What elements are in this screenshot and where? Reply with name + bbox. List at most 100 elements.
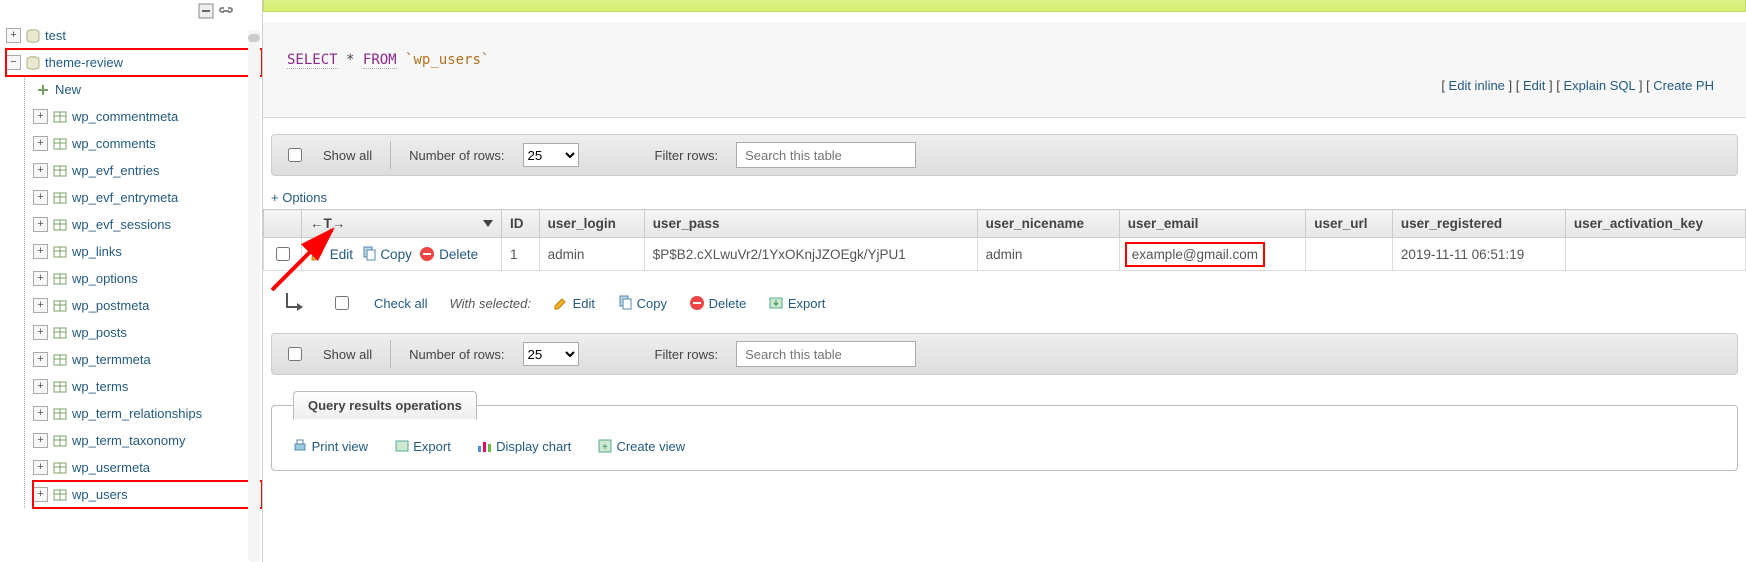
table-node[interactable]: + wp_evf_entries bbox=[33, 157, 262, 184]
table-node[interactable]: + wp_evf_sessions bbox=[33, 211, 262, 238]
edit-inline-link[interactable]: Edit inline bbox=[1449, 78, 1505, 93]
explain-sql-link[interactable]: Explain SQL bbox=[1563, 78, 1635, 93]
expand-icon[interactable]: + bbox=[33, 460, 48, 475]
collapse-icon[interactable]: − bbox=[6, 55, 21, 70]
table-node[interactable]: + wp_term_taxonomy bbox=[33, 427, 262, 454]
edit-link[interactable]: Edit bbox=[1523, 78, 1545, 93]
create-php-link[interactable]: Create PH bbox=[1653, 78, 1714, 93]
table-label[interactable]: wp_postmeta bbox=[72, 298, 149, 313]
link-icon[interactable] bbox=[218, 3, 234, 19]
options-toggle[interactable]: + Options bbox=[271, 190, 327, 205]
db-label[interactable]: test bbox=[45, 28, 66, 43]
db-node-test[interactable]: + test bbox=[6, 22, 262, 49]
expand-icon[interactable]: + bbox=[33, 379, 48, 394]
database-icon bbox=[25, 28, 41, 44]
table-label[interactable]: wp_comments bbox=[72, 136, 156, 151]
table-label[interactable]: wp_evf_entrymeta bbox=[72, 190, 178, 205]
table-node[interactable]: + wp_links bbox=[33, 238, 262, 265]
table-icon bbox=[52, 352, 68, 368]
num-rows-label: Number of rows: bbox=[409, 148, 504, 163]
table-icon bbox=[52, 271, 68, 287]
bulk-copy-link[interactable]: Copy bbox=[637, 296, 667, 311]
row-delete-link[interactable]: Delete bbox=[439, 247, 478, 262]
display-chart-link[interactable]: Display chart bbox=[496, 439, 571, 454]
col-user_email[interactable]: user_email bbox=[1119, 210, 1305, 238]
table-label[interactable]: wp_evf_entries bbox=[72, 163, 159, 178]
table-node-wp_users[interactable]: + wp_users bbox=[33, 481, 262, 508]
table-node[interactable]: + wp_usermeta bbox=[33, 454, 262, 481]
col-user_activation_key[interactable]: user_activation_key bbox=[1565, 210, 1745, 238]
col-id[interactable]: ID bbox=[502, 210, 540, 238]
expand-icon[interactable]: + bbox=[33, 352, 48, 367]
col-user_url[interactable]: user_url bbox=[1306, 210, 1393, 238]
table-node[interactable]: + wp_commentmeta bbox=[33, 103, 262, 130]
expand-icon[interactable]: + bbox=[33, 136, 48, 151]
table-node[interactable]: + wp_options bbox=[33, 265, 262, 292]
table-node[interactable]: + wp_terms bbox=[33, 373, 262, 400]
pencil-icon bbox=[310, 246, 326, 262]
printer-icon bbox=[292, 438, 308, 454]
print-view-link[interactable]: Print view bbox=[312, 439, 368, 454]
row-copy-link[interactable]: Copy bbox=[380, 247, 412, 262]
show-all-checkbox[interactable] bbox=[288, 347, 302, 361]
filter-input[interactable] bbox=[736, 341, 916, 367]
table-label[interactable]: wp_usermeta bbox=[72, 460, 150, 475]
expand-icon[interactable]: + bbox=[33, 244, 48, 259]
num-rows-select[interactable]: 25 bbox=[523, 143, 579, 167]
row-checkbox[interactable] bbox=[276, 247, 290, 261]
table-node[interactable]: + wp_postmeta bbox=[33, 292, 262, 319]
filter-input[interactable] bbox=[736, 142, 916, 168]
db-label[interactable]: theme-review bbox=[45, 55, 123, 70]
new-label[interactable]: New bbox=[55, 82, 81, 97]
col-user_login[interactable]: user_login bbox=[539, 210, 644, 238]
table-node[interactable]: + wp_term_relationships bbox=[33, 400, 262, 427]
select-arrow-icon bbox=[281, 289, 309, 317]
expand-icon[interactable]: + bbox=[33, 190, 48, 205]
expand-icon[interactable]: + bbox=[33, 298, 48, 313]
table-label[interactable]: wp_links bbox=[72, 244, 122, 259]
table-node[interactable]: + wp_termmeta bbox=[33, 346, 262, 373]
table-node[interactable]: + wp_comments bbox=[33, 130, 262, 157]
expand-icon[interactable]: + bbox=[33, 406, 48, 421]
table-label[interactable]: wp_termmeta bbox=[72, 352, 151, 367]
bulk-edit-link[interactable]: Edit bbox=[573, 296, 595, 311]
create-view-link[interactable]: Create view bbox=[616, 439, 685, 454]
table-label[interactable]: wp_term_relationships bbox=[72, 406, 202, 421]
row-edit-link[interactable]: Edit bbox=[330, 247, 353, 262]
expand-icon[interactable]: + bbox=[33, 271, 48, 286]
sidebar-scrollbar[interactable] bbox=[248, 30, 260, 562]
sort-desc-icon[interactable] bbox=[483, 220, 493, 227]
col-user_registered[interactable]: user_registered bbox=[1392, 210, 1565, 238]
table-node[interactable]: + wp_evf_entrymeta bbox=[33, 184, 262, 211]
check-all-checkbox[interactable] bbox=[335, 296, 349, 310]
expand-icon[interactable]: + bbox=[33, 217, 48, 232]
expand-icon[interactable]: + bbox=[33, 433, 48, 448]
col-user_nicename[interactable]: user_nicename bbox=[977, 210, 1119, 238]
expand-icon[interactable]: + bbox=[33, 109, 48, 124]
table-label[interactable]: wp_evf_sessions bbox=[72, 217, 171, 232]
export-link[interactable]: Export bbox=[413, 439, 451, 454]
bulk-delete-link[interactable]: Delete bbox=[709, 296, 747, 311]
table-label[interactable]: wp_terms bbox=[72, 379, 128, 394]
new-table-link[interactable]: New bbox=[33, 76, 262, 103]
expand-icon[interactable]: + bbox=[33, 487, 48, 502]
col-user_pass[interactable]: user_pass bbox=[644, 210, 977, 238]
expand-icon[interactable]: + bbox=[6, 28, 21, 43]
table-icon bbox=[52, 136, 68, 152]
show-all-checkbox[interactable] bbox=[288, 148, 302, 162]
expand-icon[interactable]: + bbox=[33, 163, 48, 178]
cell-user_nicename: admin bbox=[977, 238, 1119, 271]
num-rows-select[interactable]: 25 bbox=[523, 342, 579, 366]
expand-icon[interactable]: + bbox=[33, 325, 48, 340]
table-label[interactable]: wp_commentmeta bbox=[72, 109, 178, 124]
check-all-link[interactable]: Check all bbox=[374, 296, 427, 311]
db-node-theme-review[interactable]: − theme-review bbox=[6, 49, 262, 76]
table-label[interactable]: wp_options bbox=[72, 271, 138, 286]
with-selected-label: With selected: bbox=[449, 296, 531, 311]
table-label[interactable]: wp_term_taxonomy bbox=[72, 433, 185, 448]
collapse-icon[interactable] bbox=[198, 3, 214, 19]
table-label[interactable]: wp_users bbox=[72, 487, 128, 502]
table-label[interactable]: wp_posts bbox=[72, 325, 127, 340]
table-node[interactable]: + wp_posts bbox=[33, 319, 262, 346]
bulk-export-link[interactable]: Export bbox=[788, 296, 826, 311]
